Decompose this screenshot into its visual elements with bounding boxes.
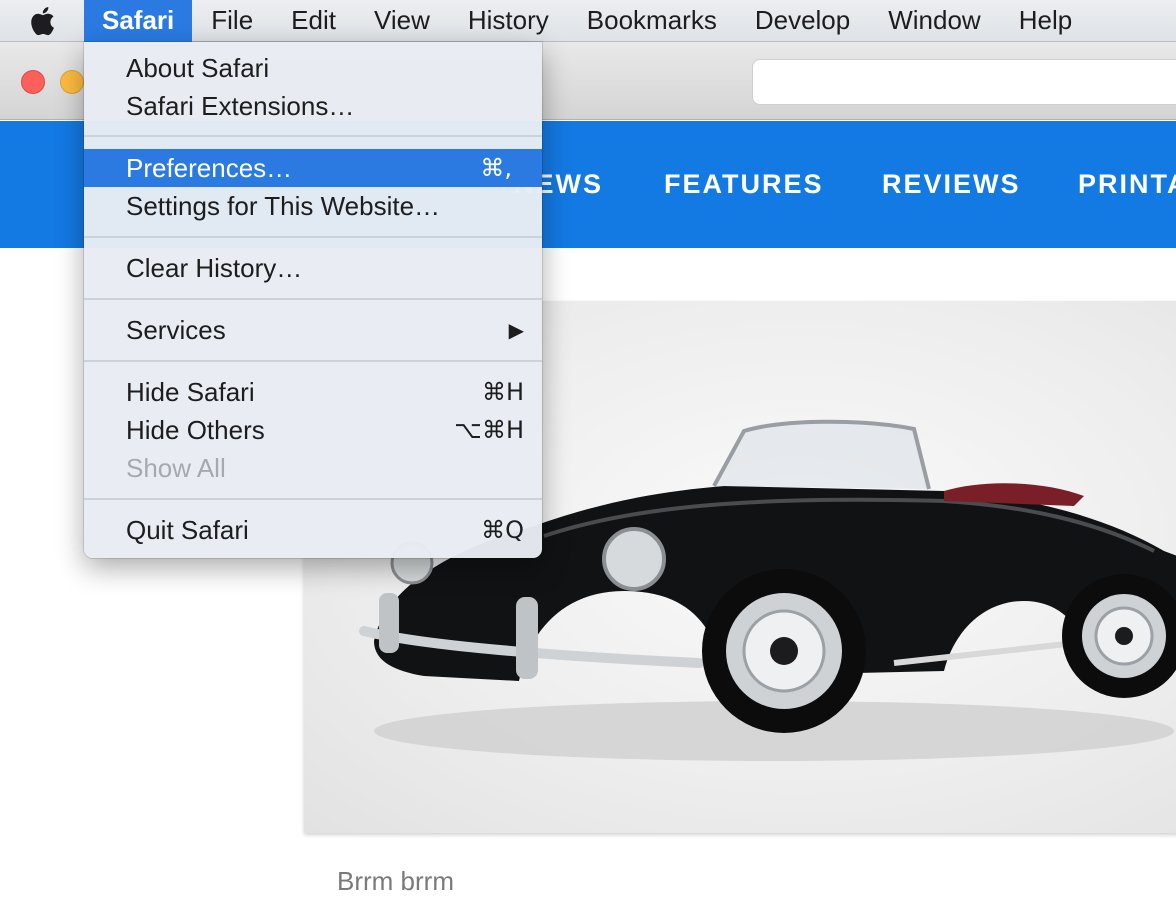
menu-view[interactable]: View — [355, 0, 449, 42]
menu-item-label: Safari Extensions… — [126, 90, 355, 121]
menu-item-label: Hide Safari — [126, 376, 255, 407]
menu-item-show-all: Show All — [84, 449, 542, 487]
menu-item-safari-extensions[interactable]: Safari Extensions… — [84, 87, 542, 125]
menu-history[interactable]: History — [449, 0, 568, 42]
menu-help[interactable]: Help — [1000, 0, 1091, 42]
menu-item-label: Quit Safari — [126, 514, 249, 545]
image-caption: Brrm brrm — [337, 866, 454, 896]
window-close-button[interactable] — [21, 70, 45, 94]
menu-item-label: Show All — [126, 452, 226, 483]
menu-file[interactable]: File — [192, 0, 272, 42]
menu-item-shortcut: ⌥⌘H — [454, 416, 524, 444]
menu-item-hide-safari[interactable]: Hide Safari ⌘H — [84, 373, 542, 411]
menu-item-label: Hide Others — [126, 414, 265, 445]
menu-item-label: About Safari — [126, 52, 270, 83]
menu-item-clear-history[interactable]: Clear History… — [84, 249, 542, 287]
menu-edit[interactable]: Edit — [272, 0, 355, 42]
menu-item-label: Preferences… — [126, 152, 293, 183]
menu-separator — [84, 236, 542, 238]
menu-item-label: Settings for This Website… — [126, 190, 441, 221]
menu-separator — [84, 298, 542, 300]
window-minimize-button[interactable] — [60, 70, 84, 94]
menu-item-about-safari[interactable]: About Safari — [84, 49, 542, 87]
menu-separator — [84, 135, 542, 137]
menu-separator — [84, 360, 542, 362]
nav-link-printables[interactable]: PRINTA — [1078, 169, 1176, 200]
safari-menu-dropdown: About Safari Safari Extensions… Preferen… — [84, 42, 542, 558]
menu-window[interactable]: Window — [869, 0, 999, 42]
nav-link-features[interactable]: FEATURES — [664, 169, 824, 200]
menu-item-shortcut: ⌘, — [480, 154, 512, 182]
menu-bookmarks[interactable]: Bookmarks — [568, 0, 736, 42]
menu-item-label: Services — [126, 314, 226, 345]
menu-bar: Safari File Edit View History Bookmarks … — [0, 0, 1176, 42]
menu-item-shortcut: ⌘H — [481, 378, 524, 406]
menu-safari[interactable]: Safari — [84, 0, 193, 42]
menu-separator — [84, 498, 542, 500]
menu-item-quit-safari[interactable]: Quit Safari ⌘Q — [84, 511, 542, 549]
nav-link-reviews[interactable]: REVIEWS — [882, 169, 1021, 200]
menu-item-preferences[interactable]: Preferences… ⌘, — [84, 149, 542, 187]
menu-item-services[interactable]: Services ▶ — [84, 311, 542, 349]
menu-item-label: Clear History… — [126, 252, 303, 283]
menu-item-hide-others[interactable]: Hide Others ⌥⌘H — [84, 411, 542, 449]
apple-logo-icon[interactable] — [0, 0, 84, 42]
address-bar[interactable] — [752, 59, 1176, 105]
submenu-arrow-icon: ▶ — [508, 319, 524, 342]
menu-item-shortcut: ⌘Q — [481, 516, 524, 544]
menu-develop[interactable]: Develop — [736, 0, 869, 42]
menu-item-settings-for-website[interactable]: Settings for This Website… — [84, 187, 542, 225]
